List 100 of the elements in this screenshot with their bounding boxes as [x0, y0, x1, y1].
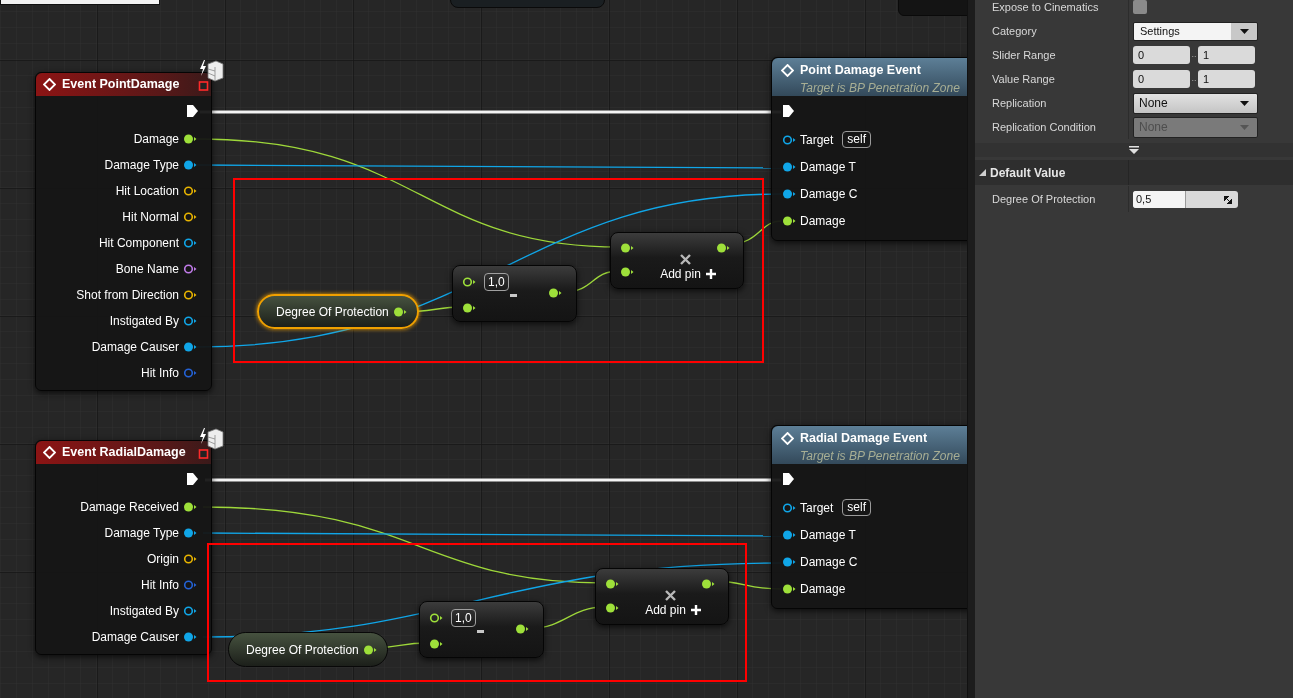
- node-title: Event PointDamage: [62, 76, 180, 94]
- pin-label: Damage C: [800, 185, 858, 203]
- pin-icon[interactable]: [183, 631, 197, 643]
- pin-icon[interactable]: [183, 133, 197, 145]
- default-value[interactable]: self: [842, 499, 872, 516]
- pin-icon[interactable]: [605, 602, 619, 614]
- pin-icon[interactable]: [392, 305, 407, 318]
- expand-arrow-icon: [1129, 146, 1139, 154]
- lightning-box-icon: [198, 428, 224, 460]
- pin-icon[interactable]: [183, 341, 197, 353]
- multiply-node[interactable]: Add pin: [610, 232, 744, 289]
- property-label: Category: [992, 23, 1037, 39]
- pin-label: Hit Info: [141, 577, 179, 594]
- pin-icon[interactable]: [183, 211, 197, 223]
- add-pin-button[interactable]: Add pin: [660, 265, 716, 283]
- range-max-field[interactable]: 1: [1198, 46, 1255, 64]
- range-max-field[interactable]: 1: [1198, 70, 1255, 88]
- pin-label: Instigated By: [109, 313, 179, 330]
- pin-label: Target: [800, 499, 834, 517]
- diamond-icon: [781, 431, 794, 445]
- node-subtitle: Target is BP Penetration Zone: [799, 447, 961, 464]
- pin-icon[interactable]: [782, 133, 796, 146]
- range-min-field[interactable]: 0: [1133, 70, 1190, 88]
- variable-node[interactable]: Degree Of Protection: [228, 632, 388, 667]
- multiply-node[interactable]: Add pin: [595, 568, 729, 625]
- event-node[interactable]: Event RadialDamage Damage Received Damage Type Origin Hit Info Instigated By Damage Causer: [35, 440, 212, 655]
- diamond-icon: [43, 78, 56, 91]
- pin-icon[interactable]: [701, 578, 715, 590]
- pin-icon[interactable]: [782, 528, 796, 541]
- category-combo-box[interactable]: Settings: [1133, 21, 1258, 41]
- variable-label: Degree Of Protection: [246, 641, 359, 659]
- slider-field[interactable]: 0,5: [1133, 190, 1238, 208]
- minus-icon: [476, 630, 484, 633]
- function-node[interactable]: Radial Damage Event Target is BP Penetration Zone Target self Damage T Damage C Damage: [771, 425, 967, 609]
- pin-icon[interactable]: [462, 302, 476, 314]
- node-title: Point Damage Event: [800, 62, 921, 79]
- exec-pin-icon[interactable]: [782, 104, 795, 118]
- pin-icon[interactable]: [462, 276, 476, 288]
- subtract-node[interactable]: 1,0: [452, 265, 577, 322]
- pin-icon[interactable]: [605, 578, 619, 590]
- pin-icon[interactable]: [620, 242, 634, 254]
- multiply-icon: [664, 590, 676, 601]
- default-value[interactable]: 1,0: [451, 609, 476, 627]
- pin-icon[interactable]: [620, 266, 634, 278]
- pin-label: Hit Component: [98, 235, 179, 252]
- function-node[interactable]: Point Damage Event Target is BP Penetration Zone Target self Damage T Damage C Damage: [771, 57, 967, 241]
- exec-pin-icon[interactable]: [782, 472, 795, 486]
- exec-pin-icon[interactable]: [186, 472, 199, 486]
- default-value[interactable]: 1,0: [484, 273, 509, 291]
- pin-icon[interactable]: [782, 555, 796, 568]
- pin-icon[interactable]: [782, 187, 796, 200]
- pin-label: Instigated By: [109, 603, 179, 620]
- pin-label: Damage Received: [80, 499, 179, 516]
- pin-label: Hit Location: [115, 183, 179, 200]
- pin-icon[interactable]: [183, 263, 197, 275]
- pin-icon[interactable]: [548, 287, 562, 299]
- pin-label: Damage Type: [104, 525, 179, 542]
- diamond-icon: [43, 446, 56, 459]
- pin-icon[interactable]: [362, 643, 377, 656]
- node-subtitle: Target is BP Penetration Zone: [799, 79, 961, 96]
- pin-icon[interactable]: [515, 623, 529, 635]
- event-node[interactable]: Event PointDamage Damage Damage Type Hit Location Hit Normal Hit Component Bone Name Shot from Direction Instigated By Damage Causer Hit Info: [35, 72, 212, 391]
- pin-icon[interactable]: [716, 242, 730, 254]
- checkbox[interactable]: [1133, 0, 1147, 14]
- pin-icon[interactable]: [183, 527, 197, 539]
- range-separator: ..: [1190, 72, 1198, 86]
- pin-icon[interactable]: [183, 315, 197, 327]
- pin-label: Damage: [133, 131, 179, 148]
- pin-label: Damage T: [800, 158, 856, 176]
- range-separator: ..: [1190, 48, 1198, 62]
- pin-icon[interactable]: [183, 237, 197, 249]
- add-pin-button[interactable]: Add pin: [645, 601, 701, 619]
- range-min-field[interactable]: 0: [1133, 46, 1190, 64]
- property-label: Replication Condition: [992, 119, 1096, 135]
- pin-icon[interactable]: [183, 289, 197, 301]
- pin-icon[interactable]: [183, 605, 197, 617]
- pin-icon[interactable]: [782, 501, 796, 514]
- pin-icon[interactable]: [782, 214, 796, 227]
- pin-label: Damage: [800, 212, 846, 230]
- dropdown[interactable]: None: [1133, 92, 1258, 114]
- pin-icon[interactable]: [782, 160, 796, 173]
- exec-pin-icon[interactable]: [186, 104, 199, 118]
- pin-icon[interactable]: [429, 612, 443, 624]
- variable-label: Degree Of Protection: [276, 303, 389, 321]
- pin-label: Damage C: [800, 553, 858, 571]
- minus-icon: [509, 294, 517, 297]
- property-label: Slider Range: [992, 47, 1056, 63]
- variable-node[interactable]: Degree Of Protection: [257, 294, 419, 329]
- pin-icon[interactable]: [183, 553, 197, 565]
- pin-icon[interactable]: [183, 501, 197, 513]
- dropdown-arrow-icon: [1240, 100, 1249, 106]
- pin-label: Origin: [147, 551, 179, 568]
- section-header[interactable]: Default Value: [975, 160, 1293, 185]
- pin-icon[interactable]: [183, 185, 197, 197]
- diamond-icon: [781, 63, 794, 77]
- pin-icon[interactable]: [782, 582, 796, 595]
- pin-icon[interactable]: [183, 159, 197, 171]
- subtract-node[interactable]: 1,0: [419, 601, 544, 658]
- pin-icon[interactable]: [429, 638, 443, 650]
- default-value[interactable]: self: [842, 131, 872, 148]
